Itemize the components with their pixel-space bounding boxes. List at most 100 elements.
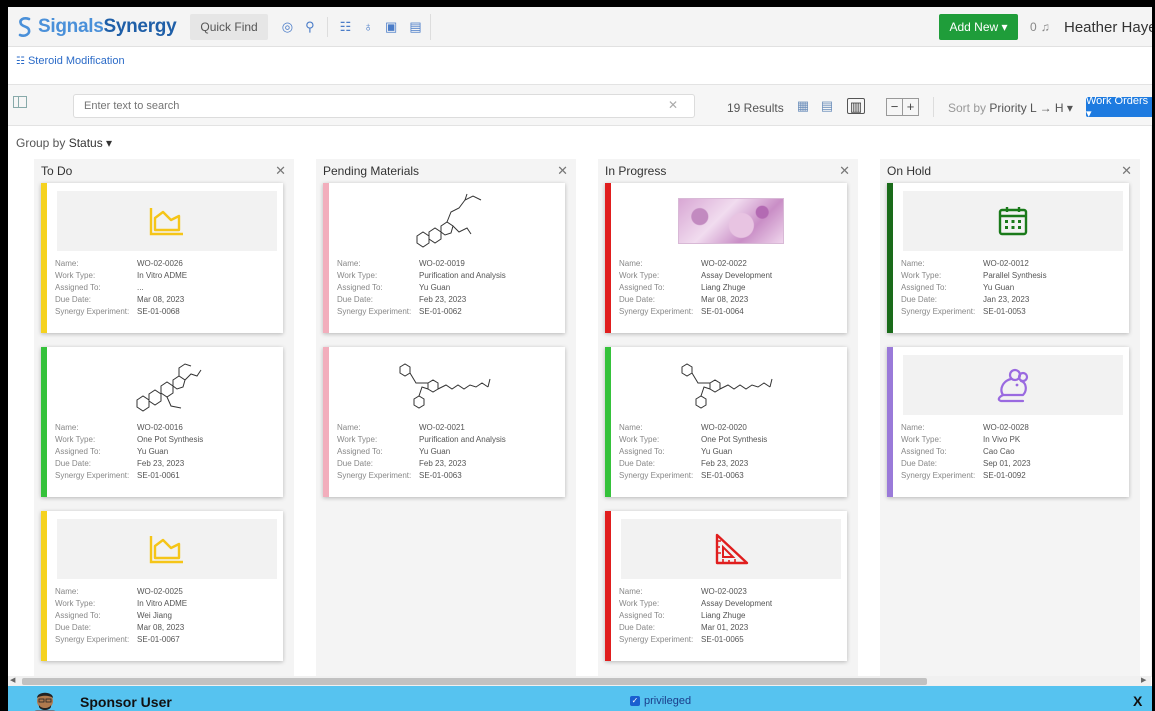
breadcrumb-label: Steroid Modification <box>27 55 125 67</box>
tissue-image <box>678 198 784 244</box>
card-assigned-to: Yu Guan <box>983 283 1015 292</box>
card-assigned-to: Yu Guan <box>419 447 451 456</box>
add-new-button[interactable]: Add New ▾ <box>939 14 1018 40</box>
card-due-date: Feb 23, 2023 <box>419 459 467 468</box>
close-icon[interactable]: ✕ <box>275 163 286 179</box>
horizontal-scrollbar[interactable]: ◀ ▶ <box>8 676 1151 686</box>
user-menu[interactable]: Heather Hayes ▾ <box>1064 18 1152 36</box>
work-order-card[interactable]: Name: WO-02-0021 Work Type: Purification a… <box>323 347 565 497</box>
sponsor-bar: Sponsor User ✓ privileged X <box>8 686 1152 711</box>
set-square-icon <box>715 533 749 565</box>
column-on-hold: On Hold ✕ Name: WO-02-0012 Work Type: Para… <box>880 159 1140 676</box>
card-work-type: Assay Development <box>701 271 773 280</box>
search-input[interactable] <box>73 94 695 118</box>
card-assigned-to: ... <box>137 283 144 292</box>
card-work-type: In Vitro ADME <box>137 271 188 280</box>
grid-view-icon[interactable]: ▦ <box>794 98 812 114</box>
card-due-date: Mar 01, 2023 <box>701 623 749 632</box>
work-order-card[interactable]: Name: WO-02-0028 Work Type: In Vivo PK Ass… <box>887 347 1129 497</box>
work-order-card[interactable]: Name: WO-02-0020 Work Type: One Pot Synthe… <box>605 347 847 497</box>
nav-divider <box>326 16 328 37</box>
card-work-type: Parallel Synthesis <box>983 271 1047 280</box>
card-experiment: SE-01-0067 <box>137 635 180 644</box>
work-order-card[interactable]: Name: WO-02-0016 Work Type: One Pot Synthe… <box>41 347 283 497</box>
card-experiment: SE-01-0063 <box>701 471 744 480</box>
molecule-structure <box>681 363 773 409</box>
card-experiment: SE-01-0068 <box>137 307 180 316</box>
quick-find-button[interactable]: Quick Find <box>190 13 268 40</box>
card-assigned-to: Yu Guan <box>419 283 451 292</box>
work-order-card[interactable]: Name: WO-02-0012 Work Type: Parallel Synth… <box>887 183 1129 333</box>
close-icon[interactable]: ✕ <box>1121 163 1132 179</box>
privileged-checkbox[interactable]: ✓ privileged <box>630 695 691 707</box>
card-experiment: SE-01-0092 <box>983 471 1026 480</box>
chart-area-icon <box>149 208 183 236</box>
scrollbar-thumb[interactable] <box>22 678 927 685</box>
chart-area-icon <box>149 536 183 564</box>
card-name: WO-02-0025 <box>137 587 183 596</box>
notifications[interactable]: 0 ♫ <box>1030 20 1050 34</box>
group-by-prefix: Group by <box>16 136 66 150</box>
card-name: WO-02-0019 <box>419 259 465 268</box>
work-order-card[interactable]: Name: WO-02-0025 Work Type: In Vitro ADME … <box>41 511 283 661</box>
search-clear-icon[interactable]: ✕ <box>668 98 678 112</box>
close-sponsor-button[interactable]: X <box>1133 693 1142 709</box>
checkbox-checked-icon[interactable]: ✓ <box>630 696 640 706</box>
card-work-type: Purification and Analysis <box>419 435 506 444</box>
card-experiment: SE-01-0065 <box>701 635 744 644</box>
table-view-icon[interactable]: ▤ <box>818 98 836 114</box>
scroll-left-icon[interactable]: ◀ <box>10 676 15 684</box>
toolbar-divider <box>933 97 934 117</box>
card-work-type: Assay Development <box>701 599 773 608</box>
privileged-label: privileged <box>644 695 692 707</box>
work-orders-icon[interactable]: ▣ <box>385 20 397 33</box>
card-due-date: Jan 23, 2023 <box>983 295 1030 304</box>
work-order-card[interactable]: Name: WO-02-0023 Work Type: Assay Developm… <box>605 511 847 661</box>
card-due-date: Mar 08, 2023 <box>137 623 185 632</box>
card-name: WO-02-0021 <box>419 423 465 432</box>
scroll-right-icon[interactable]: ▶ <box>1141 676 1146 684</box>
lightbulb-icon[interactable]: ♁ <box>363 20 373 33</box>
vertical-scrollbar[interactable]: ▲ ▼ <box>1151 126 1152 677</box>
board-view-icon[interactable]: ▥ <box>847 98 865 114</box>
logo-icon <box>18 16 31 37</box>
dashboard-icon[interactable]: ◎ <box>282 20 293 33</box>
card-assigned-to: Yu Guan <box>701 447 733 456</box>
kanban-board: To Do ✕ Name: WO-02-0026 Work Type: In Vit… <box>34 159 1144 676</box>
column-title: Pending Materials <box>323 164 420 178</box>
card-due-date: Feb 23, 2023 <box>419 295 467 304</box>
project-icon: ☷ <box>16 55 25 67</box>
bell-icon: ♫ <box>1040 20 1050 34</box>
zoom-control: − + <box>886 98 919 116</box>
search-icon[interactable]: ⚲ <box>305 20 315 33</box>
close-icon[interactable]: ✕ <box>557 163 568 179</box>
card-work-type: One Pot Synthesis <box>137 435 204 444</box>
documents-icon[interactable]: ▤ <box>409 20 421 33</box>
results-count: 19 Results <box>727 101 784 115</box>
zoom-out-button[interactable]: − <box>887 99 902 115</box>
mouse-icon <box>997 368 1029 403</box>
card-assigned-to: Liang Zhuge <box>701 283 746 292</box>
team-icon[interactable]: ☷ <box>340 20 352 33</box>
card-due-date: Mar 08, 2023 <box>137 295 185 304</box>
sort-dropdown[interactable]: Sort by Priority L → H ▾ <box>948 101 1073 115</box>
card-assigned-to: Liang Zhuge <box>701 611 746 620</box>
card-work-type: One Pot Synthesis <box>701 435 768 444</box>
card-work-type: In Vivo PK <box>983 435 1021 444</box>
breadcrumb[interactable]: ☷ Steroid Modification <box>16 55 125 67</box>
close-icon[interactable]: ✕ <box>839 163 850 179</box>
work-orders-button[interactable]: Work Orders ▾ <box>1086 95 1152 120</box>
card-name: WO-02-0022 <box>701 259 747 268</box>
card-name: WO-02-0020 <box>701 423 747 432</box>
work-order-card[interactable]: Name: WO-02-0026 Work Type: In Vitro ADME … <box>41 183 283 333</box>
card-due-date: Feb 23, 2023 <box>701 459 749 468</box>
board-toolbar: ✕ 19 Results ▦ ▤ ▥ − + Sort by Priority … <box>8 84 1152 126</box>
work-order-card[interactable]: Name: WO-02-0019 Work Type: Purification a… <box>323 183 565 333</box>
panel-toggle-icon[interactable] <box>13 96 27 108</box>
card-work-type: In Vitro ADME <box>137 599 188 608</box>
group-by-dropdown[interactable]: Group by Status ▾ <box>16 136 112 150</box>
zoom-in-button[interactable]: + <box>902 99 918 115</box>
logo[interactable]: SignalsSynergy <box>16 7 177 47</box>
card-name: WO-02-0026 <box>137 259 183 268</box>
work-order-card[interactable]: Name: WO-02-0022 Work Type: Assay Developm… <box>605 183 847 333</box>
